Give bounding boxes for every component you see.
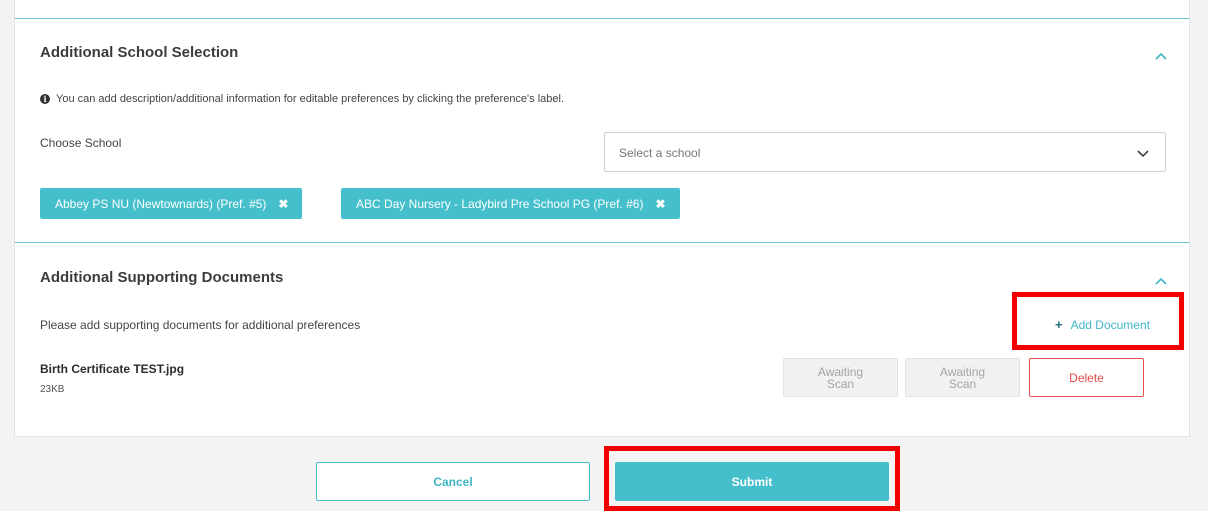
plus-icon: +: [1055, 317, 1063, 332]
awaiting-scan-line2: Scan: [826, 376, 855, 391]
awaiting-scan-badge: Awaiting Scan: [783, 358, 898, 397]
documents-description: Please add supporting documents for addi…: [40, 318, 361, 332]
chevron-up-icon[interactable]: [1153, 273, 1169, 289]
school-chip[interactable]: Abbey PS NU (Newtownards) (Pref. #5) ✖: [40, 188, 303, 219]
awaiting-scan-badge: Awaiting Scan: [905, 358, 1020, 397]
school-chip-label[interactable]: ABC Day Nursery - Ladybird Pre School PG…: [356, 197, 643, 211]
choose-school-label: Choose School: [40, 136, 122, 150]
school-chip-label[interactable]: Abbey PS NU (Newtownards) (Pref. #5): [55, 197, 266, 211]
add-document-label: Add Document: [1070, 317, 1150, 332]
info-note: i You can add description/additional inf…: [40, 93, 564, 105]
school-select[interactable]: Select a school: [604, 132, 1166, 172]
form-card: Additional School Selection i You can ad…: [14, 0, 1190, 437]
chevron-up-icon[interactable]: [1153, 48, 1169, 64]
info-icon: i: [40, 94, 50, 104]
section-title-supporting-documents: Additional Supporting Documents: [40, 269, 284, 286]
school-chip[interactable]: ABC Day Nursery - Ladybird Pre School PG…: [341, 188, 680, 219]
info-note-text: You can add description/additional infor…: [56, 93, 565, 105]
submit-button[interactable]: Submit: [615, 462, 889, 501]
school-select-placeholder: Select a school: [619, 146, 701, 160]
section-title-school-selection: Additional School Selection: [40, 44, 239, 61]
chevron-down-icon: [1137, 150, 1149, 158]
delete-button[interactable]: Delete: [1029, 358, 1144, 397]
remove-icon[interactable]: ✖: [278, 197, 288, 211]
cancel-button[interactable]: Cancel: [316, 462, 590, 501]
file-size: 23KB: [40, 384, 65, 395]
awaiting-scan-line2: Scan: [948, 376, 977, 391]
add-document-button[interactable]: + Add Document: [1055, 317, 1150, 332]
section-divider: [15, 18, 1189, 19]
section-divider: [15, 242, 1189, 243]
remove-icon[interactable]: ✖: [655, 197, 665, 211]
file-name: Birth Certificate TEST.jpg: [40, 362, 185, 376]
